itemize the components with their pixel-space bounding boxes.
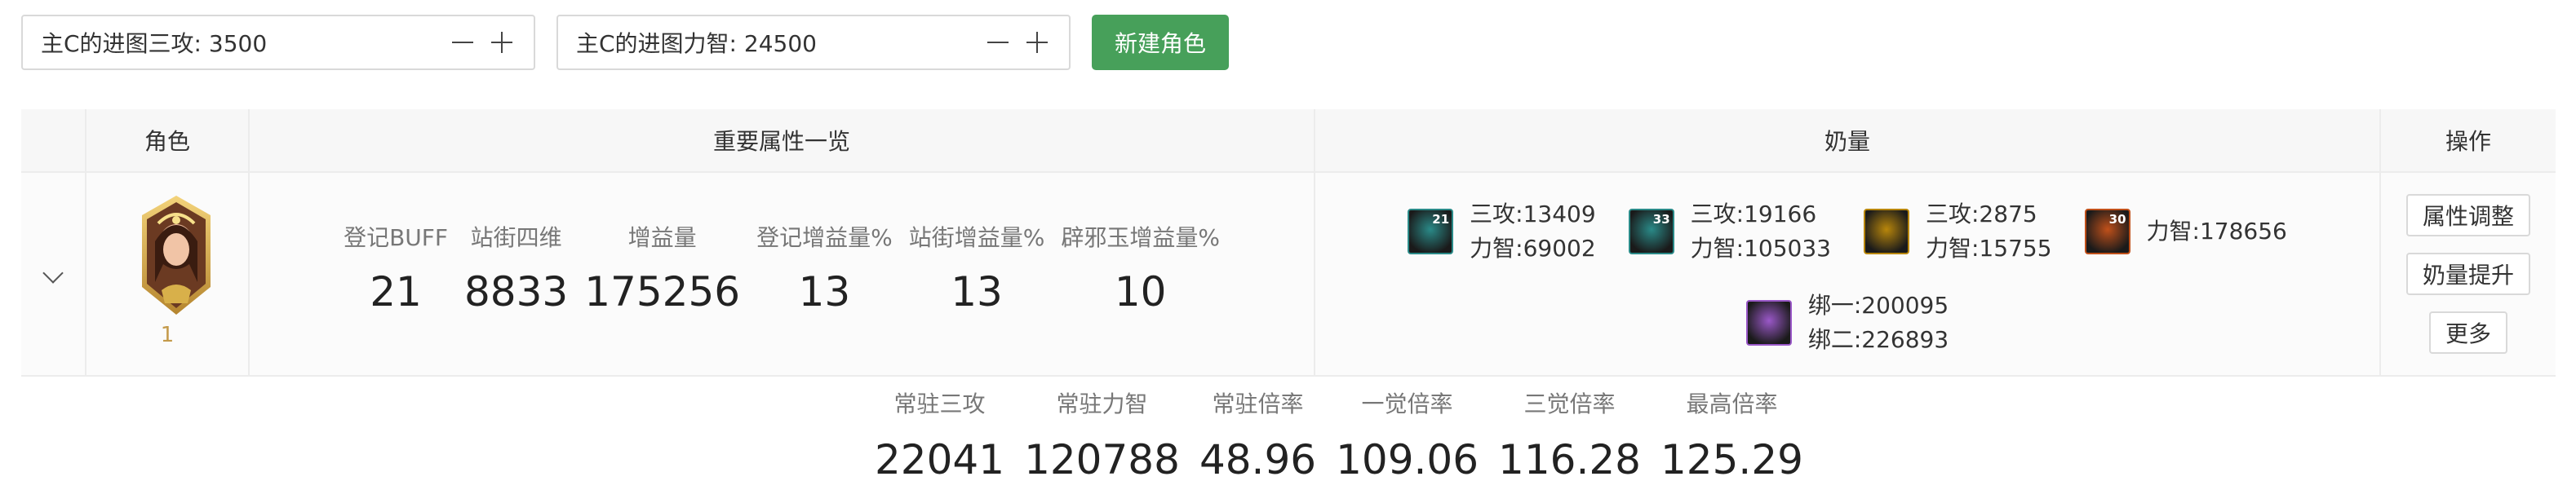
nai-group: 21 三攻:13409 力智:69002 33 三攻:19166 力智:105033 三攻:… xyxy=(1315,197,2379,357)
stat-value: 8833 xyxy=(463,268,569,315)
ops-cell: 属性调整奶量提升更多 xyxy=(2381,173,2556,375)
nai-item: 30 力智:178656 xyxy=(2084,197,2287,266)
nai-values: 力智:178656 xyxy=(2147,214,2287,249)
summary-value: 48.96 xyxy=(1199,436,1317,483)
nai-values: 三攻:2875 力智:15755 xyxy=(1926,197,2052,266)
li-zhi-minus-button[interactable] xyxy=(984,29,1012,56)
buff-skill-icon[interactable]: 21 xyxy=(1408,209,1454,254)
nai-boost-button[interactable]: 奶量提升 xyxy=(2405,253,2530,295)
summary-item: 一觉倍率 109.06 xyxy=(1326,388,1488,483)
expand-column-header xyxy=(21,109,86,171)
summary-item: 常驻倍率 48.96 xyxy=(1190,388,1326,483)
summary-value: 125.29 xyxy=(1660,436,1803,483)
role-cell: 1 xyxy=(86,173,250,375)
stat-item: 站街四维 8833 xyxy=(456,222,576,315)
buff-skill-icon[interactable]: 33 xyxy=(1628,209,1674,254)
stat-item: 登记增益量% 13 xyxy=(748,222,901,315)
nai-item: 三攻:2875 力智:15755 xyxy=(1864,197,2052,266)
nai-cell: 21 三攻:13409 力智:69002 33 三攻:19166 力智:105033 三攻:… xyxy=(1315,173,2381,375)
nai-item: 21 三攻:13409 力智:69002 xyxy=(1408,197,1596,266)
summary-group: 常驻三攻 22041 常驻力智 120788 常驻倍率 48.96 一觉倍率 109.06 三觉… xyxy=(865,388,1813,483)
skill-level: 30 xyxy=(2108,212,2126,227)
san-gong-label: 主C的进图三攻: 3500 xyxy=(41,30,268,57)
summary-item: 常驻力智 120788 xyxy=(1014,388,1190,483)
summary-label: 常驻倍率 xyxy=(1212,390,1304,417)
summary-value: 116.28 xyxy=(1498,436,1641,483)
stat-value: 175256 xyxy=(584,268,741,315)
nai-line: 三攻:19166 xyxy=(1690,201,1817,227)
skill-level: 33 xyxy=(1652,212,1670,227)
stat-value: 13 xyxy=(798,268,851,315)
stat-item: 增益量 175256 xyxy=(576,222,748,315)
summary-value: 22041 xyxy=(875,436,1005,483)
san-gong-stepper[interactable]: 主C的进图三攻: 3500 xyxy=(21,15,535,70)
stat-item: 辟邪玉增益量% 10 xyxy=(1053,222,1228,315)
stat-value: 13 xyxy=(951,268,1003,315)
summary-label: 一觉倍率 xyxy=(1361,390,1453,417)
nai-values: 绑一:200095 绑二:226893 xyxy=(1808,289,1949,357)
summary-value: 120788 xyxy=(1024,436,1180,483)
stat-item: 登记BUFF 21 xyxy=(335,222,456,315)
stats-group: 登记BUFF 21 站街四维 8833 增益量 175256 登记增益量% 13 站街增益量% 1… xyxy=(250,222,1314,315)
nai-line: 力智:178656 xyxy=(2146,218,2287,245)
stat-item: 站街增益量% 13 xyxy=(901,222,1053,315)
summary-item: 三觉倍率 116.28 xyxy=(1488,388,1651,483)
more-button[interactable]: 更多 xyxy=(2428,311,2507,354)
nai-line: 力智:69002 xyxy=(1470,235,1596,262)
nai-column-header: 奶量 xyxy=(1315,109,2381,171)
awaken-skill-icon[interactable]: 30 xyxy=(2084,209,2130,254)
stat-label: 增益量 xyxy=(627,224,697,251)
li-zhi-plus-button[interactable] xyxy=(1023,29,1051,56)
summary-value: 109.06 xyxy=(1336,436,1479,483)
summary-item: 常驻三攻 22041 xyxy=(865,388,1014,483)
bind-skill-icon[interactable] xyxy=(1745,300,1792,346)
attrs-cell: 登记BUFF 21 站街四维 8833 增益量 175256 登记增益量% 13 站街增益量% 1… xyxy=(250,173,1315,375)
nai-line: 绑二:226893 xyxy=(1807,326,1949,353)
stat-label: 辟邪玉增益量% xyxy=(1061,224,1220,251)
role-column-header: 角色 xyxy=(86,109,250,171)
ops-group: 属性调整奶量提升更多 xyxy=(2381,194,2556,354)
new-role-button[interactable]: 新建角色 xyxy=(1092,15,1230,70)
stat-value: 10 xyxy=(1114,268,1167,315)
stat-value: 21 xyxy=(370,268,422,315)
nai-line: 三攻:13409 xyxy=(1470,201,1596,227)
nai-values: 三攻:19166 力智:105033 xyxy=(1691,197,1831,266)
ops-column-header: 操作 xyxy=(2445,128,2491,155)
role-table: 角色 重要属性一览 奶量 操作 1 登记BUFF 21 站街四维 8833 增益… xyxy=(21,109,2556,377)
nai-row: 21 三攻:13409 力智:69002 33 三攻:19166 力智:105033 三攻:… xyxy=(1315,197,2379,266)
summary-label: 常驻三攻 xyxy=(893,390,986,417)
san-gong-minus-button[interactable] xyxy=(449,29,477,56)
li-zhi-label: 主C的进图力智: 24500 xyxy=(576,30,817,57)
stat-label: 站街四维 xyxy=(470,224,562,251)
san-gong-plus-button[interactable] xyxy=(488,29,516,56)
nai-line: 绑一:200095 xyxy=(1807,292,1949,319)
summary-label: 最高倍率 xyxy=(1686,390,1778,417)
nai-line: 力智:105033 xyxy=(1690,235,1831,262)
attrs-column-header: 重要属性一览 xyxy=(250,109,1315,171)
toolbar: 主C的进图三攻: 3500 主C的进图力智: 24500 新建角色 xyxy=(21,15,1230,70)
stat-label: 站街增益量% xyxy=(908,224,1045,251)
attr-adjust-button[interactable]: 属性调整 xyxy=(2405,194,2530,236)
nai-item: 33 三攻:19166 力智:105033 xyxy=(1628,197,1831,266)
summary-label: 常驻力智 xyxy=(1056,390,1148,417)
summary-label: 三觉倍率 xyxy=(1523,390,1616,417)
nai-item: 绑一:200095 绑二:226893 xyxy=(1745,289,1949,357)
avatar[interactable] xyxy=(137,194,215,316)
nai-line: 三攻:2875 xyxy=(1926,201,2037,227)
table-row: 1 登记BUFF 21 站街四维 8833 增益量 175256 登记增益量% 13 站街增益量… xyxy=(21,173,2556,377)
chevron-down-icon[interactable] xyxy=(42,263,64,284)
nai-line: 力智:15755 xyxy=(1926,235,2052,262)
table-header: 角色 重要属性一览 奶量 操作 xyxy=(21,109,2556,173)
skill-level: 21 xyxy=(1432,212,1450,227)
stat-label: 登记BUFF xyxy=(344,224,448,251)
nai-values: 三攻:13409 力智:69002 xyxy=(1470,197,1596,266)
aura-skill-icon[interactable] xyxy=(1864,209,1909,254)
role-number: 1 xyxy=(160,323,175,347)
expand-cell[interactable] xyxy=(21,173,86,375)
stat-label: 登记增益量% xyxy=(756,224,893,251)
li-zhi-stepper[interactable]: 主C的进图力智: 24500 xyxy=(556,15,1071,70)
summary-item: 最高倍率 125.29 xyxy=(1651,388,1813,483)
nai-row: 绑一:200095 绑二:226893 xyxy=(1315,289,2379,357)
